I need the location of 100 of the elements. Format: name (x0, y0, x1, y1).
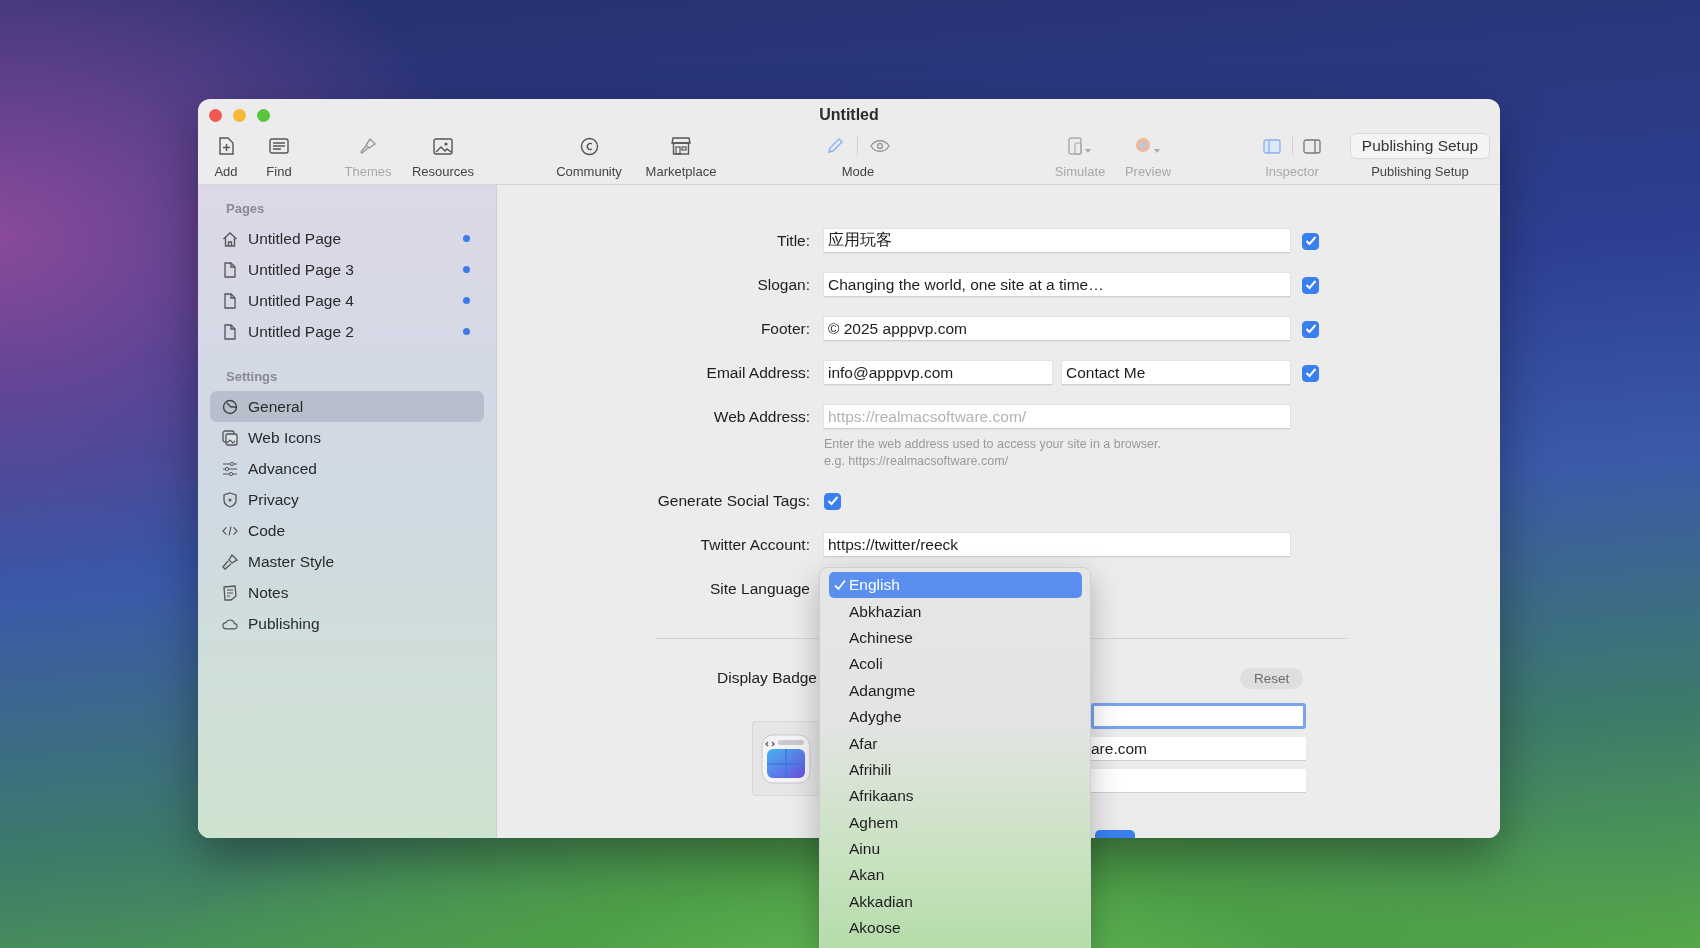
sidebar-item[interactable]: Untitled Page 2 (210, 316, 484, 347)
sidebar-item-label[interactable]: Untitled Page 2 (248, 322, 354, 341)
sidebar-item-label[interactable]: Master Style (248, 552, 335, 571)
field-label: Twitter Account: (699, 536, 811, 554)
text-field[interactable] (1091, 703, 1306, 729)
add-page-icon[interactable] (218, 136, 234, 156)
menu-item[interactable]: Afar (829, 730, 1082, 757)
text-field[interactable]: Changing the world, one site at a time… (824, 273, 1290, 297)
text-field[interactable]: Contact Me (1062, 361, 1290, 385)
menu-item[interactable]: Adyghe (829, 703, 1082, 731)
checkbox[interactable] (824, 492, 841, 510)
menu-item[interactable]: Akan (829, 862, 1082, 889)
right-panel-icon[interactable] (1303, 138, 1322, 154)
sidebar-item-label[interactable]: Privacy (248, 490, 299, 509)
sidebar-item-label[interactable]: Untitled Page 3 (248, 260, 354, 279)
close-button[interactable] (209, 109, 222, 122)
checkmark-icon (834, 579, 846, 592)
eye-icon[interactable] (870, 139, 891, 153)
menu-item[interactable]: Akkadian (829, 888, 1082, 916)
segmented-control[interactable] (1095, 830, 1135, 838)
sidebar-item[interactable]: Untitled Page (210, 223, 484, 254)
image-icon[interactable] (433, 137, 453, 155)
toolbar-label[interactable]: Mode (841, 164, 875, 179)
pencil-icon[interactable] (825, 137, 844, 155)
minimize-button[interactable] (233, 109, 246, 122)
text-field[interactable]: 应用玩客 (824, 229, 1290, 253)
menu-item[interactable]: Acoli (829, 651, 1082, 678)
app-icon-drawing (761, 733, 811, 784)
find-icon[interactable] (269, 138, 289, 154)
zoom-button[interactable] (257, 109, 270, 122)
sidebar-item[interactable]: General (210, 391, 484, 422)
chat-icon[interactable] (579, 136, 599, 156)
toolbar-label[interactable]: Resources (411, 164, 475, 179)
note-icon (222, 584, 238, 601)
menu-item[interactable]: Afrihili (829, 756, 1082, 784)
text-field[interactable] (1091, 769, 1306, 793)
toolbar-label[interactable]: Community (556, 164, 622, 179)
text-field[interactable]: © 2025 apppvp.com (824, 317, 1290, 341)
checkbox[interactable] (1302, 232, 1319, 250)
sliders-icon (222, 460, 238, 477)
sidebar-item[interactable]: Advanced (210, 453, 484, 484)
sidebar-item[interactable]: Publishing (210, 608, 484, 639)
field-label: Web Address: (712, 408, 811, 426)
field-label: Site Language (709, 580, 811, 598)
sidebar-item[interactable]: Master Style (210, 546, 484, 577)
menu-item[interactable]: Abkhazian (829, 598, 1082, 625)
text-field[interactable]: https://realmacsoftware.com/ (824, 405, 1290, 429)
menu-item[interactable]: Ainu (829, 835, 1082, 863)
sidebar-heading: Pages (225, 200, 266, 218)
sidebar-item-label[interactable]: Untitled Page (248, 229, 342, 248)
checkbox[interactable] (1302, 364, 1319, 382)
text-field[interactable]: are.com (1091, 737, 1306, 761)
sidebar-heading: Settings (225, 368, 279, 386)
sidebar-item[interactable]: Web Icons (210, 422, 484, 453)
field-label: Generate Social Tags: (656, 492, 811, 510)
sidebar-item-label[interactable]: Publishing (248, 614, 320, 633)
field-label: Display Badge (716, 669, 817, 687)
toolbar-label[interactable]: Publishing Setup (1371, 164, 1469, 179)
toolbar-label[interactable]: Find (266, 164, 292, 179)
sidebar-item-label[interactable]: Advanced (248, 459, 317, 478)
menu-item[interactable]: Afrikaans (829, 783, 1082, 810)
sidebar-item-label[interactable]: Untitled Page 4 (248, 291, 354, 310)
sidebar-item-label[interactable]: Code (248, 521, 286, 540)
sidebar-item[interactable]: Code (210, 515, 484, 546)
publishing-setup-button[interactable]: Publishing Setup (1349, 133, 1491, 159)
toolbar-label[interactable]: Add (214, 164, 238, 179)
images-icon (222, 429, 238, 446)
store-icon[interactable] (671, 137, 691, 155)
device-icon[interactable] (1068, 137, 1092, 155)
cloud-icon (222, 616, 238, 631)
text-field[interactable]: info@apppvp.com (824, 361, 1052, 385)
menu-item[interactable]: Aghem (829, 809, 1082, 836)
brush-icon (222, 553, 238, 570)
text-field[interactable]: https://twitter/reeck (824, 533, 1290, 557)
reset-button[interactable]: Reset (1240, 667, 1304, 689)
menu-item[interactable]: Achinese (829, 624, 1082, 652)
menu-item[interactable]: Akoose (829, 915, 1082, 942)
sidebar-item-label[interactable]: General (248, 397, 304, 416)
browser-icon[interactable] (1135, 137, 1161, 155)
sidebar-item[interactable]: Untitled Page 4 (210, 285, 484, 316)
page-icon (222, 292, 238, 309)
page-icon (222, 323, 238, 340)
help-text: e.g. https://realmacsoftware.com/ (824, 453, 1010, 470)
toolbar-label[interactable]: Marketplace (645, 164, 717, 179)
checkbox[interactable] (1302, 276, 1319, 294)
sidebar-item[interactable]: Untitled Page 3 (210, 254, 484, 285)
menu-item[interactable]: Adangme (829, 677, 1082, 704)
code-icon (222, 523, 238, 538)
help-text: Enter the web address used to access your site in a browser. (824, 436, 1162, 453)
page-icon (222, 261, 238, 278)
sidebar-item[interactable]: Privacy (210, 484, 484, 515)
left-panel-icon[interactable] (1262, 138, 1281, 154)
field-label: Title: (776, 232, 811, 250)
brush-icon[interactable] (359, 137, 377, 155)
checkbox[interactable] (1302, 320, 1319, 338)
field-label: Slogan: (756, 276, 811, 294)
sidebar-item-label[interactable]: Web Icons (248, 428, 321, 447)
sidebar-item-label[interactable]: Notes (248, 583, 289, 602)
sidebar-item[interactable]: Notes (210, 577, 484, 608)
shield-icon (222, 491, 238, 508)
